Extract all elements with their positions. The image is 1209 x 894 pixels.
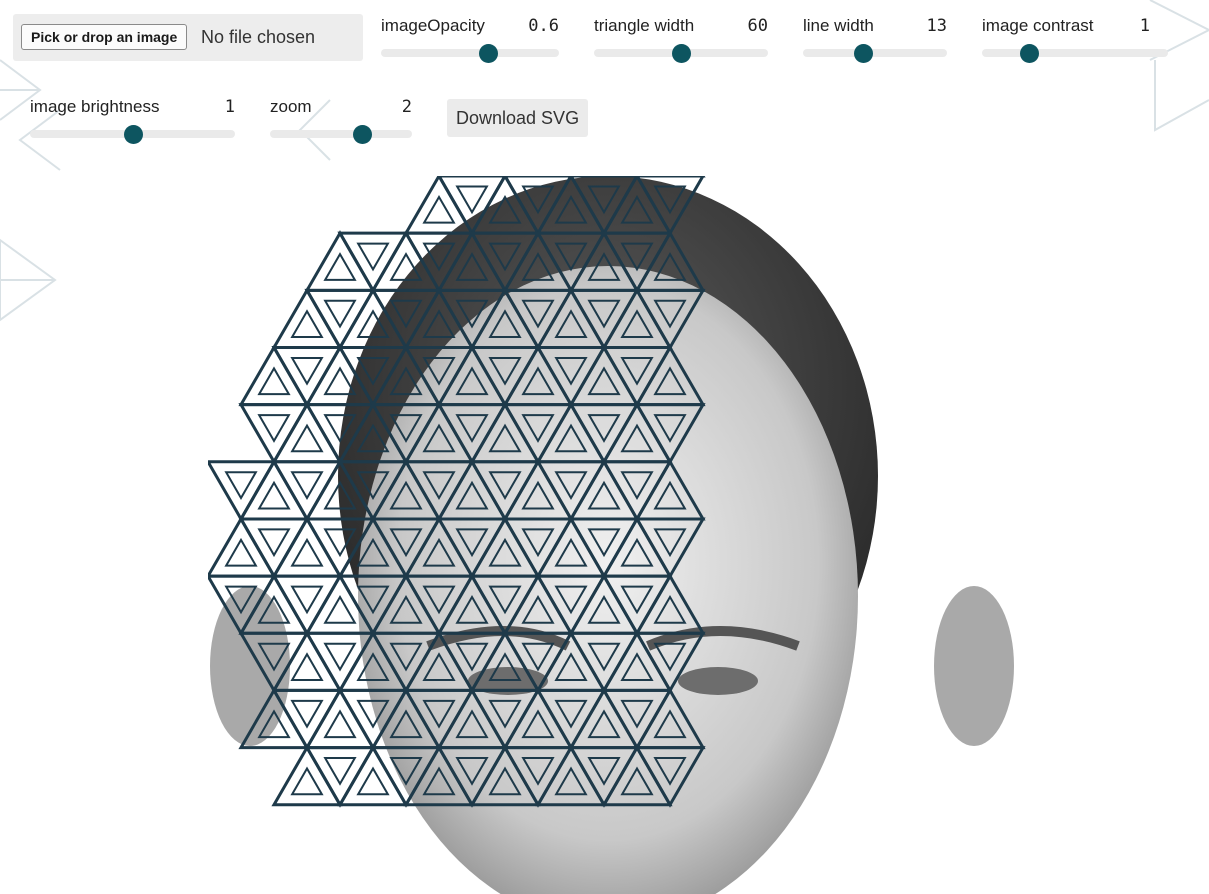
slider-image-brightness[interactable]: image brightness 1: [30, 95, 235, 144]
pattern-inner-shape: [257, 366, 291, 396]
pattern-inner-shape: [290, 423, 324, 453]
slider-track[interactable]: [270, 130, 412, 138]
slider-value: 0.6: [528, 16, 559, 36]
slider-value: 60: [747, 16, 768, 36]
slider-zoom[interactable]: zoom 2: [270, 95, 412, 144]
pattern-triangle: [304, 687, 376, 750]
pattern-inner-shape: [323, 252, 357, 281]
pick-image-button[interactable]: Pick or drop an image: [21, 24, 188, 50]
pattern-triangle: [271, 460, 343, 522]
pattern-triangle: [238, 403, 310, 465]
slider-label: image brightness: [30, 97, 160, 116]
pattern-inner-shape: [356, 766, 390, 796]
slider-line-width[interactable]: line width 13: [803, 14, 947, 63]
pattern-triangle: [238, 517, 310, 580]
pattern-inner-shape: [290, 356, 324, 386]
slider-value: 2: [401, 97, 412, 117]
pattern-inner-shape: [422, 194, 456, 224]
pattern-inner-shape: [455, 185, 489, 215]
pattern-inner-shape: [257, 414, 291, 443]
pattern-triangle: [271, 515, 343, 578]
pattern-inner-shape: [257, 480, 291, 510]
pattern-inner-shape: [290, 585, 324, 615]
slider-image-opacity[interactable]: imageOpacity 0.6: [381, 14, 559, 63]
pattern-triangle: [337, 231, 409, 294]
slider-label: zoom: [270, 97, 312, 116]
slider-label: line width: [803, 16, 874, 35]
slider-thumb[interactable]: [123, 125, 143, 144]
pattern-inner-shape: [257, 528, 291, 558]
pattern-inner-shape: [323, 757, 357, 786]
pattern-inner-shape: [224, 537, 258, 567]
pattern-triangle: [271, 744, 343, 807]
pattern-inner-shape: [290, 471, 324, 500]
controls-panel: Pick or drop an image No file chosen ima…: [0, 0, 1209, 170]
pattern-inner-shape: [356, 242, 390, 272]
slider-thumb[interactable]: [353, 125, 373, 144]
pattern-inner-shape: [290, 652, 324, 681]
pattern-triangle: [208, 460, 277, 522]
pattern-inner-shape: [323, 642, 357, 672]
slider-triangle-width[interactable]: triangle width 60: [594, 14, 768, 63]
pattern-triangle: [208, 515, 277, 578]
slider-thumb[interactable]: [672, 44, 691, 63]
pattern-triangle: [238, 344, 310, 407]
pattern-triangle: [304, 288, 376, 351]
file-picker[interactable]: Pick or drop an image No file chosen: [13, 14, 363, 61]
pattern-triangle: [271, 401, 343, 464]
pattern-triangle: [271, 345, 343, 408]
pattern-inner-shape: [290, 766, 324, 796]
pattern-triangle: [238, 458, 310, 521]
slider-thumb[interactable]: [1019, 44, 1039, 63]
slider-label: triangle width: [594, 16, 695, 35]
pattern-triangle: [304, 230, 376, 292]
file-status-text: No file chosen: [201, 27, 316, 47]
download-svg-button[interactable]: Download SVG: [447, 99, 589, 137]
slider-value: 13: [926, 16, 947, 36]
pattern-inner-shape: [224, 471, 258, 500]
pattern-inner-shape: [323, 595, 357, 624]
pattern-triangle: [304, 746, 376, 808]
pattern-triangle: [271, 287, 343, 349]
slider-track[interactable]: [381, 49, 559, 57]
slider-track[interactable]: [803, 49, 947, 57]
artwork-canvas: [208, 176, 1014, 894]
slider-track[interactable]: [982, 49, 1168, 57]
slider-image-contrast[interactable]: image contrast 1: [982, 14, 1168, 63]
slider-value: 1: [1139, 16, 1150, 36]
slider-thumb[interactable]: [478, 44, 498, 63]
pattern-inner-shape: [323, 299, 357, 329]
pattern-inner-shape: [323, 709, 357, 739]
slider-value: 1: [224, 97, 235, 117]
pattern-inner-shape: [290, 699, 324, 729]
slider-label: imageOpacity: [381, 16, 485, 35]
pattern-inner-shape: [290, 537, 324, 567]
slider-thumb[interactable]: [854, 44, 874, 63]
slider-label: image contrast: [982, 16, 1094, 35]
pattern-inner-shape: [290, 309, 324, 338]
